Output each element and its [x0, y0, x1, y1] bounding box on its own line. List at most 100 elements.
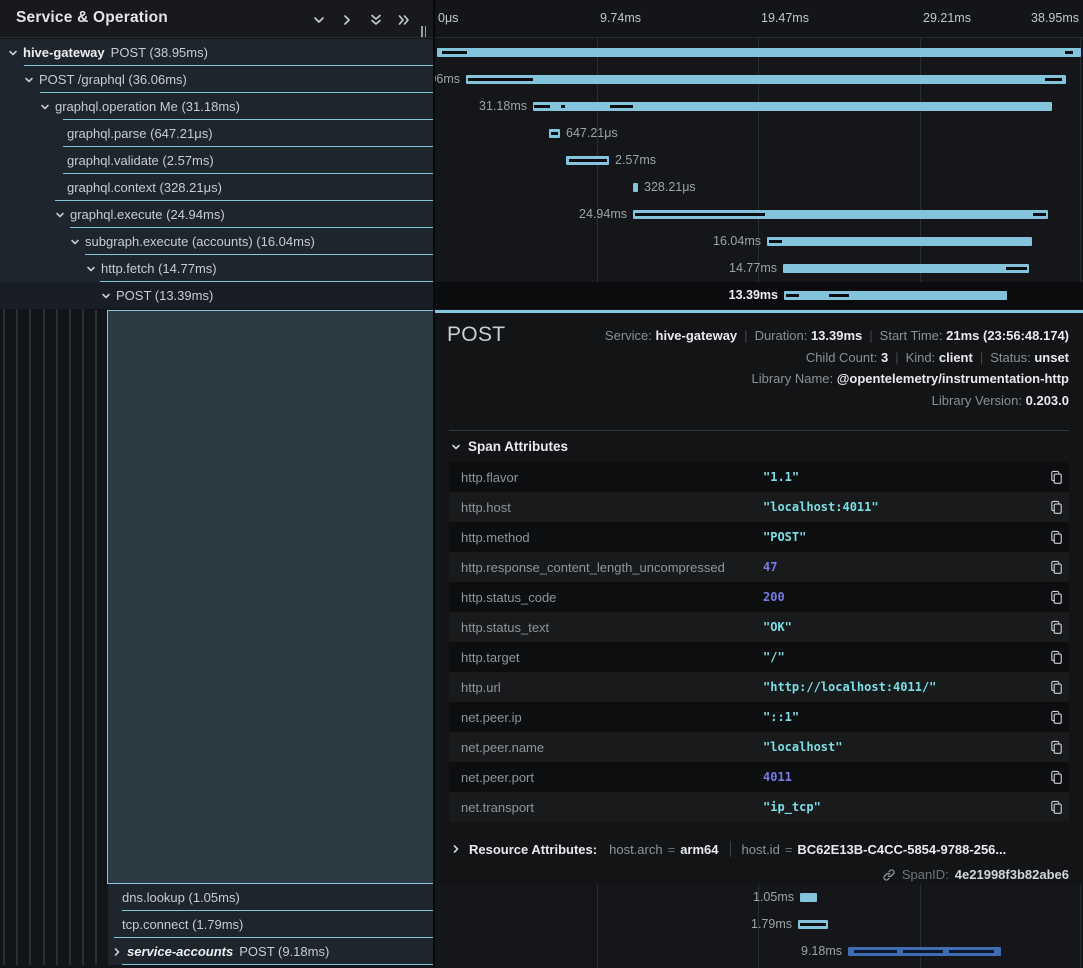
span-label: POST /graphql (36.06ms) [39, 72, 187, 87]
copy-icon[interactable] [1043, 500, 1069, 515]
chevron-down-icon[interactable] [101, 291, 111, 301]
span-label: subgraph.execute (accounts) (16.04ms) [85, 234, 315, 249]
span-row-graphql-operation[interactable]: graphql.operation Me (31.18ms) [0, 93, 433, 120]
span-label: graphql.context (328.21μs) [67, 180, 222, 195]
span-row-post-selected[interactable]: POST (13.39ms) [0, 282, 433, 309]
copy-icon[interactable] [1043, 560, 1069, 575]
span-bar[interactable] [784, 291, 1007, 300]
expand-all-icon[interactable] [396, 12, 412, 28]
span-tree-panel: hive-gateway POST (38.95ms) POST /graphq… [0, 0, 433, 968]
attribute-value: "POST" [763, 530, 1043, 544]
attribute-value: "OK" [763, 620, 1043, 634]
bar-duration-label: 16.04ms [713, 228, 761, 255]
copy-icon[interactable] [1043, 620, 1069, 635]
span-row-graphql-parse[interactable]: graphql.parse (647.21μs) [0, 120, 433, 147]
library-version-label: Library Version: [932, 393, 1022, 408]
status-label: Status: [990, 350, 1030, 365]
equals-sign: = [663, 842, 681, 857]
divider [730, 841, 731, 857]
span-row-hive-gateway-post[interactable]: hive-gateway POST (38.95ms) [0, 39, 433, 66]
attribute-key: http.status_text [449, 620, 763, 635]
attribute-row: http.host"localhost:4011" [449, 492, 1069, 522]
expand-one-icon[interactable] [339, 12, 355, 28]
link-icon[interactable] [882, 868, 896, 882]
span-bar[interactable] [798, 920, 828, 929]
span-id-label: SpanID: [902, 867, 949, 882]
attribute-key: http.status_code [449, 590, 763, 605]
span-bar-row: 14.77ms [435, 255, 1083, 282]
indent-guide [56, 255, 58, 965]
span-row-tcp-connect[interactable]: tcp.connect (1.79ms) [108, 911, 433, 938]
section-title: Span Attributes [468, 439, 568, 454]
resource-key: host.id [742, 842, 780, 857]
span-bar[interactable] [767, 237, 1032, 246]
copy-icon[interactable] [1043, 710, 1069, 725]
panel-title: Service & Operation [16, 9, 168, 27]
span-row-subgraph-execute[interactable]: subgraph.execute (accounts) (16.04ms) [0, 228, 433, 255]
service-value: hive-gateway [656, 328, 738, 343]
span-row-dns-lookup[interactable]: dns.lookup (1.05ms) [108, 884, 433, 911]
span-bar[interactable] [848, 947, 1001, 956]
span-label: dns.lookup (1.05ms) [122, 890, 240, 905]
span-attributes-table: http.flavor"1.1" http.host"localhost:401… [449, 462, 1069, 822]
span-bar[interactable] [633, 183, 638, 192]
copy-icon[interactable] [1043, 470, 1069, 485]
attribute-row: http.method"POST" [449, 522, 1069, 552]
span-bar[interactable] [783, 264, 1029, 273]
chevron-down-icon[interactable] [55, 210, 65, 220]
span-bar[interactable] [549, 129, 560, 138]
resource-value: arm64 [680, 842, 718, 857]
panel-divider[interactable] [433, 0, 435, 968]
attribute-value: 4011 [763, 770, 1043, 784]
span-bar[interactable] [437, 48, 1081, 57]
panel-resize-handle[interactable] [421, 26, 428, 37]
axis-tick: 38.95ms [1031, 11, 1079, 25]
chevron-down-icon[interactable] [24, 75, 34, 85]
span-bar-row: 647.21μs [435, 120, 1083, 147]
resource-attributes-header[interactable]: Resource Attributes: [469, 842, 597, 857]
span-bar[interactable] [566, 156, 609, 165]
span-bar[interactable] [466, 75, 1066, 84]
span-label: graphql.operation Me (31.18ms) [55, 99, 240, 114]
span-bar[interactable] [633, 210, 1048, 219]
span-row-graphql-validate[interactable]: graphql.validate (2.57ms) [0, 147, 433, 174]
span-bar-row: 1.79ms [435, 911, 1083, 938]
span-row-post-graphql[interactable]: POST /graphql (36.06ms) [0, 66, 433, 93]
trace-viewer: hive-gateway POST (38.95ms) POST /graphq… [0, 0, 1083, 968]
collapse-all-icon[interactable] [368, 12, 384, 28]
chevron-down-icon[interactable] [86, 264, 96, 274]
span-bar[interactable] [533, 102, 1052, 111]
collapse-one-icon[interactable] [311, 12, 327, 28]
span-row-graphql-context[interactable]: graphql.context (328.21μs) [0, 174, 433, 201]
chevron-down-icon[interactable] [8, 48, 18, 58]
library-name-label: Library Name: [751, 371, 833, 386]
copy-icon[interactable] [1043, 740, 1069, 755]
chevron-right-icon[interactable] [112, 947, 122, 957]
attribute-key: http.target [449, 650, 763, 665]
span-row-http-fetch[interactable]: http.fetch (14.77ms) [0, 255, 433, 282]
copy-icon[interactable] [1043, 800, 1069, 815]
copy-icon[interactable] [1043, 650, 1069, 665]
chevron-down-icon[interactable] [70, 237, 80, 247]
span-bar-row: 1.05ms [435, 884, 1083, 911]
equals-sign: = [780, 842, 798, 857]
copy-icon[interactable] [1043, 590, 1069, 605]
attribute-value: 47 [763, 560, 1043, 574]
span-bar[interactable] [800, 893, 817, 902]
resource-key: host.arch [609, 842, 662, 857]
chevron-down-icon [451, 442, 461, 452]
chevron-down-icon[interactable] [40, 102, 50, 112]
copy-icon[interactable] [1043, 680, 1069, 695]
span-row-graphql-execute[interactable]: graphql.execute (24.94ms) [0, 201, 433, 228]
span-attributes-header[interactable]: Span Attributes [451, 439, 568, 454]
span-row-service-accounts-post[interactable]: service-accounts POST (9.18ms) [108, 938, 433, 965]
span-label: tcp.connect (1.79ms) [122, 917, 243, 932]
attribute-value: 200 [763, 590, 1043, 604]
copy-icon[interactable] [1043, 770, 1069, 785]
bar-duration-label: 31.18ms [479, 93, 527, 120]
selected-span-detail-spacer [107, 310, 433, 884]
span-bar-row: 16.04ms [435, 228, 1083, 255]
copy-icon[interactable] [1043, 530, 1069, 545]
attribute-key: net.peer.ip [449, 710, 763, 725]
bar-duration-label: 328.21μs [644, 174, 696, 201]
